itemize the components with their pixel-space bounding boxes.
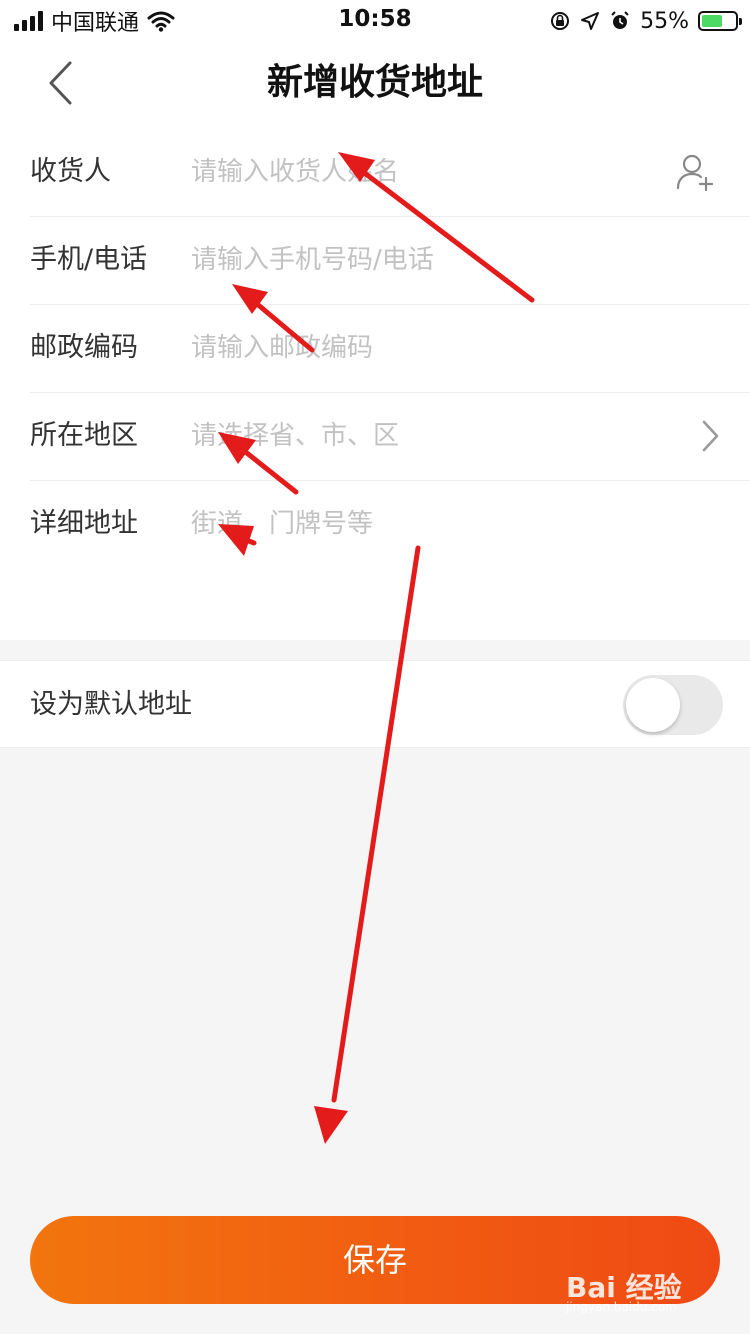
location-icon xyxy=(581,12,600,30)
default-address-toggle[interactable] xyxy=(623,675,723,735)
chevron-right-icon[interactable] xyxy=(700,419,720,453)
zip-code-input[interactable] xyxy=(191,322,651,374)
detail-label: 详细地址 xyxy=(30,508,138,539)
region-select-input[interactable] xyxy=(191,410,651,462)
receiver-name-input[interactable] xyxy=(191,146,651,198)
phone-label: 手机/电话 xyxy=(30,244,148,275)
battery-percent: 55% xyxy=(640,8,689,34)
page-title: 新增收货地址 xyxy=(266,62,483,103)
region-label: 所在地区 xyxy=(30,420,138,451)
phone-input[interactable] xyxy=(191,234,651,286)
default-address-row: 设为默认地址 xyxy=(0,660,750,748)
default-address-label: 设为默认地址 xyxy=(30,689,192,720)
alarm-icon xyxy=(611,11,629,29)
detail-address-input[interactable] xyxy=(191,498,651,550)
zip-row: 邮政编码 xyxy=(30,304,750,393)
add-contact-icon[interactable] xyxy=(674,150,718,194)
battery-icon xyxy=(698,11,742,31)
status-right: 55% xyxy=(549,6,742,36)
phone-row: 手机/电话 xyxy=(30,216,750,305)
receiver-label: 收货人 xyxy=(30,156,111,187)
status-bar: 中国联通 10:58 55% xyxy=(0,0,750,40)
toggle-knob xyxy=(626,678,680,732)
region-row[interactable]: 所在地区 xyxy=(30,392,750,481)
zip-label: 邮政编码 xyxy=(30,332,138,363)
orientation-lock-icon xyxy=(551,12,570,30)
watermark-subtext: jingyan.baidu.com xyxy=(566,1300,677,1314)
baidu-jingyan-watermark: Bai 经验 jingyan.baidu.com xyxy=(566,1258,716,1318)
receiver-row: 收货人 xyxy=(30,128,750,217)
detail-row: 详细地址 xyxy=(30,480,750,580)
